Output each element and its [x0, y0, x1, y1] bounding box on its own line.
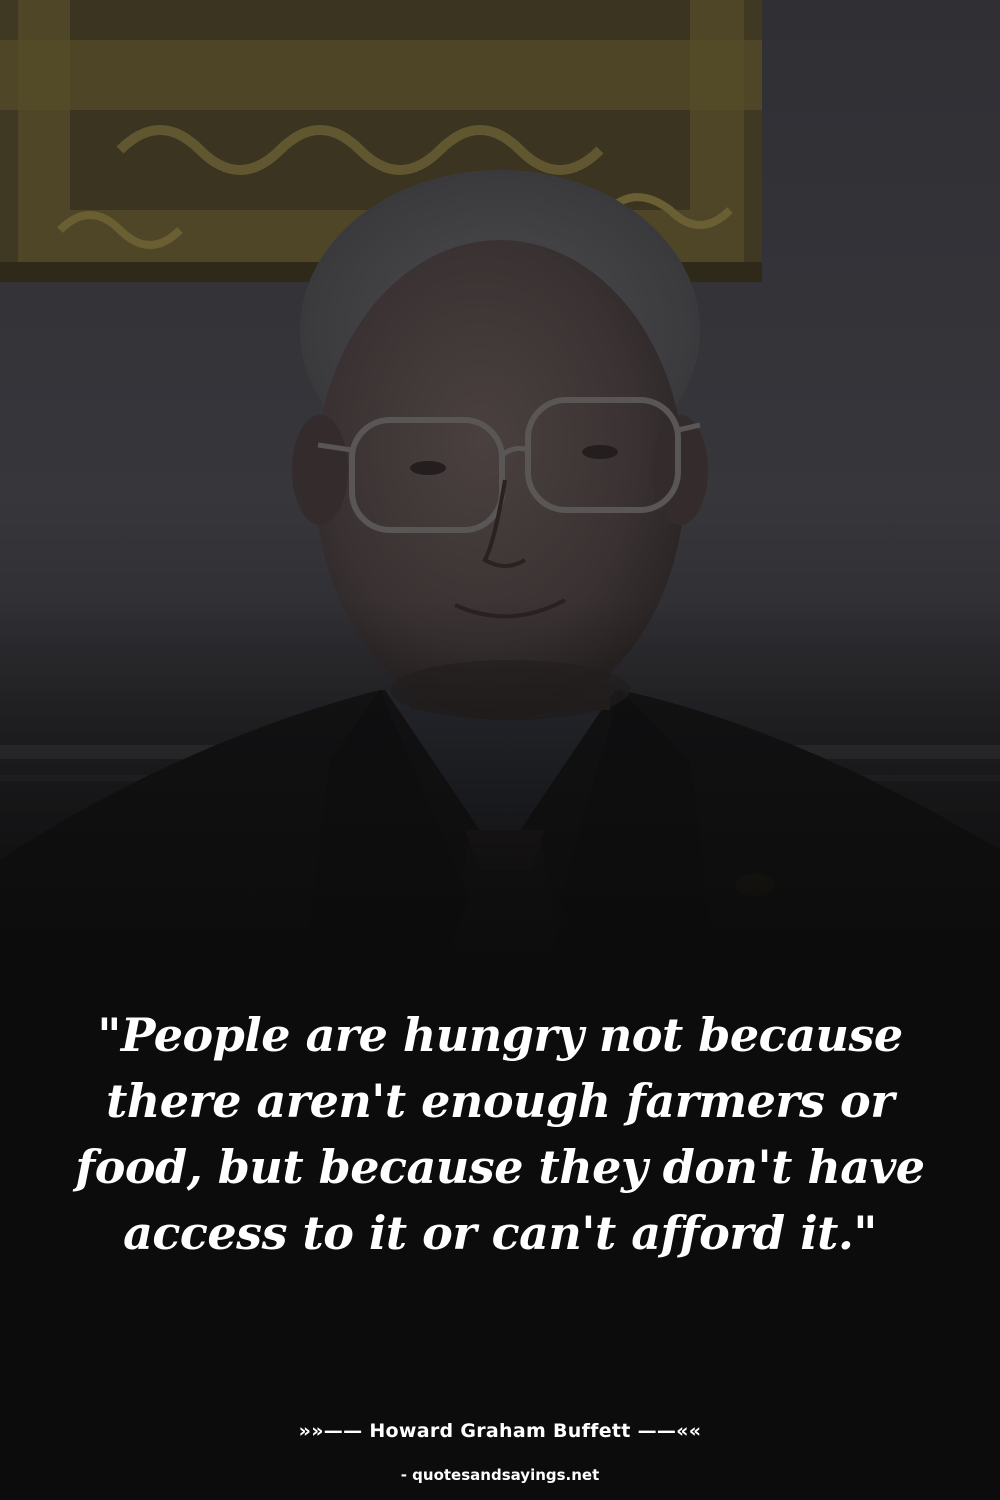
source-watermark: - quotesandsayings.net: [400, 1466, 600, 1484]
quote-text: "People are hungry not because there are…: [75, 1008, 925, 1260]
author-attribution: »»—— Howard Graham Buffett ——««: [298, 1420, 702, 1442]
quote-card: "People are hungry not because there are…: [0, 0, 1000, 1500]
bottom-fade-overlay: [0, 0, 1000, 1000]
